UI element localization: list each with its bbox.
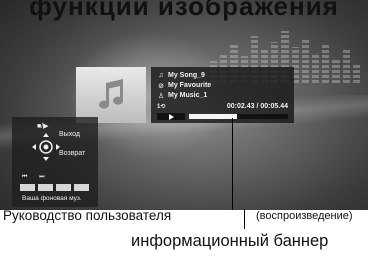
color-buttons xyxy=(20,184,89,191)
play-button[interactable] xyxy=(157,113,185,120)
song-title: My Song_9 xyxy=(168,72,205,79)
color-button-3[interactable] xyxy=(56,184,71,191)
playback-time: 00:02.43 / 00:05.44 xyxy=(226,103,288,110)
color-button-4[interactable] xyxy=(74,184,89,191)
dpad-icon[interactable] xyxy=(24,123,68,167)
artist-icon: ♙ xyxy=(157,92,165,100)
progress-bar[interactable] xyxy=(189,114,288,119)
album-title: My Favourite xyxy=(168,82,212,89)
music-note-icon xyxy=(99,79,123,109)
cropped-title: функции изображения xyxy=(29,0,339,21)
song-row: ♫ My Song_9 xyxy=(157,71,205,80)
artist-row: ♙ My Music_1 xyxy=(157,91,207,100)
info-banner: ♫ My Song_9 ⊘ My Favourite ♙ My Music_1 … xyxy=(151,67,294,123)
album-row: ⊘ My Favourite xyxy=(157,81,211,90)
tv-screen: функции изображения ♫ My Song_9 ⊘ My Fav… xyxy=(0,0,368,210)
note-icon: ♫ xyxy=(158,72,164,79)
user-guide-panel: ■/▶ Выход Возврат ⏮ ⏭ Ваша фоновая муз. xyxy=(12,117,98,207)
banner-caption-tick xyxy=(244,209,245,229)
back-label: Возврат xyxy=(59,150,86,157)
info-banner-caption: информационный баннер xyxy=(131,232,329,250)
banner-leader-line xyxy=(232,118,233,210)
skip-controls: ⏮ ⏭ xyxy=(22,174,50,180)
background-music-label: Ваша фоновая муз. xyxy=(22,195,82,202)
album-art xyxy=(76,67,146,123)
color-button-2[interactable] xyxy=(38,184,53,191)
progress-fill xyxy=(189,114,237,119)
play-icon xyxy=(169,113,174,120)
color-button-1[interactable] xyxy=(20,184,35,191)
playback-caption: (воспроизведение) xyxy=(256,210,353,222)
exit-label: Выход xyxy=(59,131,80,138)
repeat-icon[interactable]: 1⟲ xyxy=(157,103,165,110)
user-guide-caption: Руководство пользователя xyxy=(3,208,172,223)
artist-name: My Music_1 xyxy=(168,92,208,99)
album-icon: ⊘ xyxy=(158,82,164,90)
